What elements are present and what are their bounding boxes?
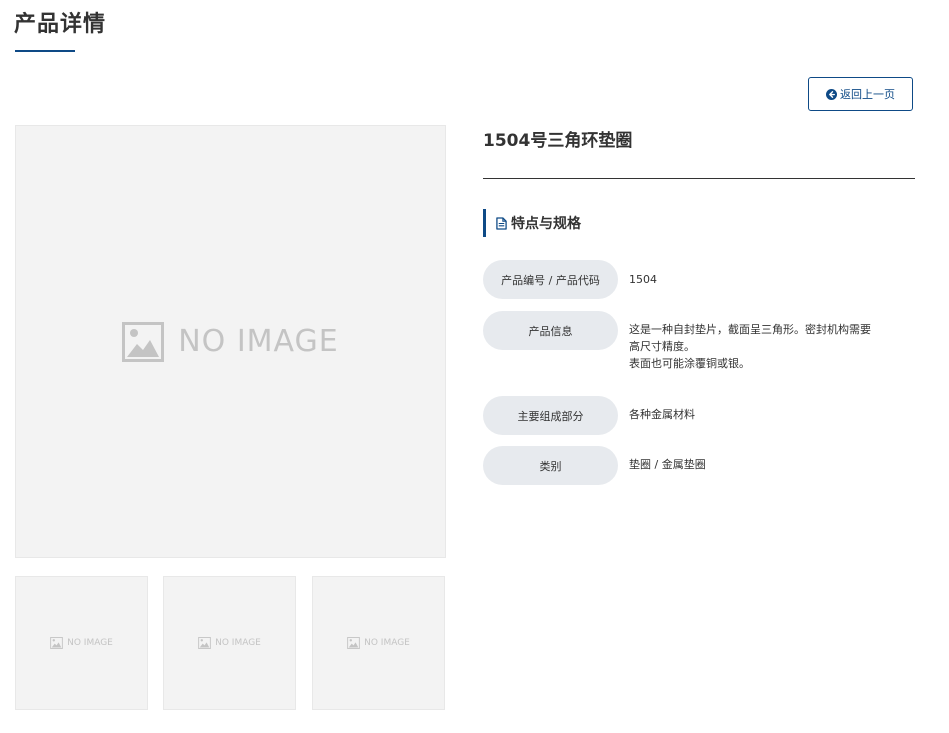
- spec-value-category: 垫圈 / 金属垫圈: [629, 458, 706, 471]
- back-button-label: 返回上一页: [840, 89, 895, 101]
- image-icon: [50, 637, 63, 649]
- spec-label-product-info: 产品信息: [483, 311, 618, 350]
- section-heading: 特点与规格: [483, 209, 581, 237]
- spec-label-main-components: 主要组成部分: [483, 396, 618, 435]
- section-title: 特点与规格: [511, 216, 581, 232]
- thumbnail-text: NO IMAGE: [67, 638, 113, 648]
- thumbnail-1[interactable]: NO IMAGE: [15, 576, 148, 710]
- main-product-image: NO IMAGE: [15, 125, 446, 558]
- arrow-left-circle-icon: [826, 88, 837, 100]
- thumbnail-text: NO IMAGE: [215, 638, 261, 648]
- image-icon: [347, 637, 360, 649]
- thumbnail-text: NO IMAGE: [364, 638, 410, 648]
- no-image-placeholder: NO IMAGE: [122, 321, 339, 362]
- spec-value-product-info: 这是一种自封垫片，截面呈三角形。密封机构需要 高尺寸精度。 表面也可能涂覆铜或银…: [629, 323, 871, 370]
- product-name: 1504号三角环垫圈: [483, 131, 633, 151]
- image-icon: [198, 637, 211, 649]
- thumbnail-2[interactable]: NO IMAGE: [163, 576, 296, 710]
- spec-value-product-code: 1504: [629, 273, 657, 286]
- spec-label-product-code: 产品编号 / 产品代码: [483, 260, 618, 299]
- spec-value-main-components: 各种金属材料: [629, 408, 695, 421]
- no-image-text: NO IMAGE: [178, 324, 339, 359]
- document-icon: [496, 216, 507, 230]
- image-icon: [122, 321, 165, 362]
- thumbnail-3[interactable]: NO IMAGE: [312, 576, 445, 710]
- spec-label-category: 类别: [483, 446, 618, 485]
- back-button[interactable]: 返回上一页: [808, 77, 913, 111]
- title-underline: [15, 50, 75, 52]
- page-title: 产品详情: [14, 12, 107, 37]
- divider: [483, 178, 915, 179]
